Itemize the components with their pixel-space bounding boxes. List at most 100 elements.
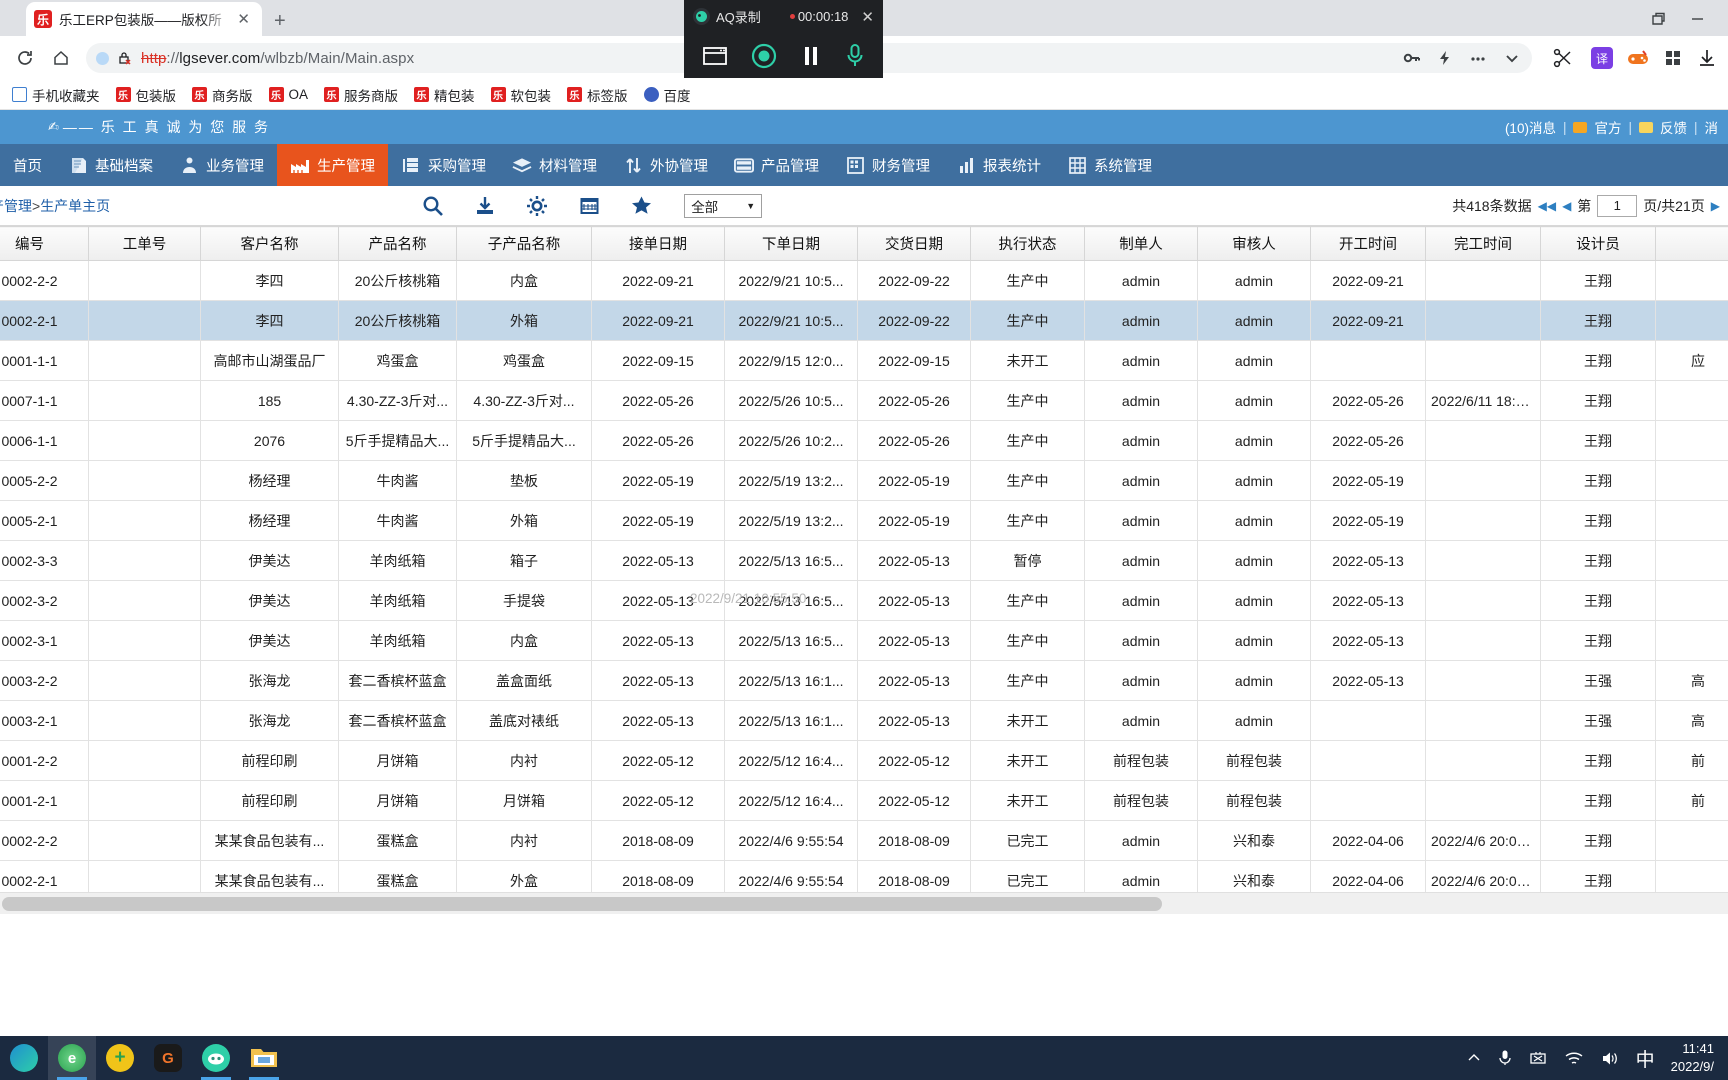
table-cell[interactable]: 张海龙 (200, 700, 339, 741)
table-cell[interactable]: 2022-05-26 (857, 380, 971, 421)
production-orders-grid[interactable]: 编号 工单号 客户名称 产品名称 子产品名称 接单日期 下单日期 交货日期 执行… (0, 226, 1728, 892)
record-icon[interactable] (751, 43, 777, 69)
table-cell[interactable]: 王翔 (1540, 260, 1656, 301)
table-cell[interactable]: 2022-09-22 (857, 260, 971, 301)
table-cell[interactable]: 内衬 (456, 740, 592, 781)
bookmark-item[interactable]: 乐 软包装 (490, 85, 551, 105)
close-icon[interactable]: ✕ (861, 8, 874, 26)
table-cell[interactable] (1425, 740, 1541, 781)
table-cell[interactable]: 蛋糕盒 (338, 860, 457, 892)
table-cell[interactable]: admin (1197, 620, 1311, 661)
table-cell[interactable]: admin (1084, 540, 1198, 581)
table-cell[interactable]: 2022-05-13 (1310, 620, 1426, 661)
feedback-link[interactable]: 反馈 (1660, 117, 1687, 137)
ellipsis-icon[interactable] (1468, 48, 1488, 68)
table-cell[interactable]: admin (1197, 260, 1311, 301)
table-cell[interactable] (88, 260, 201, 301)
table-cell[interactable] (88, 420, 201, 461)
table-cell[interactable]: 0002-3-1 (0, 620, 89, 661)
taskbar-app-g[interactable]: G (144, 1036, 192, 1080)
table-cell[interactable]: 未开工 (970, 340, 1085, 381)
table-cell[interactable]: 2022-05-12 (857, 780, 971, 821)
table-cell[interactable]: 2022/5/13 16:5... (724, 580, 858, 621)
table-cell[interactable]: 2022/5/19 13:2... (724, 500, 858, 541)
table-cell[interactable]: 0006-1-1 (0, 420, 89, 461)
gear-icon[interactable] (524, 193, 550, 219)
table-cell[interactable]: 王翔 (1540, 860, 1656, 892)
close-icon[interactable]: ✕ (233, 10, 254, 28)
bookmark-item[interactable]: 乐 标签版 (567, 85, 628, 105)
bookmark-item[interactable]: 乐 包装版 (115, 85, 176, 105)
table-cell[interactable]: 2022-04-06 (1310, 820, 1426, 861)
table-cell[interactable]: 王强 (1540, 700, 1656, 741)
table-row[interactable]: 0002-2-2 某某食品包装有... 蛋糕盒 内衬 2018-08-09 2022/4/… (0, 820, 1728, 861)
table-cell[interactable]: admin (1197, 660, 1311, 701)
screen-recorder-widget[interactable]: AQ录制 00:00:18 ✕ (684, 0, 883, 78)
table-cell[interactable]: 2022-05-19 (857, 460, 971, 501)
table-cell[interactable] (1310, 340, 1426, 381)
table-cell[interactable]: 月饼箱 (338, 740, 457, 781)
table-row[interactable]: 0006-1-1 2076 5斤手提精品大... 5斤手提精品大... 2022-05-… (0, 420, 1728, 461)
table-cell[interactable]: admin (1197, 580, 1311, 621)
table-cell[interactable]: 2022-05-19 (1310, 500, 1426, 541)
table-cell[interactable] (1655, 580, 1728, 621)
table-row[interactable]: 0002-2-1 某某食品包装有... 蛋糕盒 外盒 2018-08-09 2022/4/… (0, 860, 1728, 892)
table-cell[interactable]: 2022/4/6 20:07... (1425, 820, 1541, 861)
table-row[interactable]: 0002-3-2 伊美达 羊肉纸箱 手提袋 2022-05-13 2022/5/13 16… (0, 580, 1728, 621)
table-cell[interactable]: 盖底对裱纸 (456, 700, 592, 741)
prev-page-button[interactable]: ◀ (1562, 199, 1571, 213)
table-cell[interactable]: 0002-3-2 (0, 580, 89, 621)
table-cell[interactable]: 0003-2-2 (0, 660, 89, 701)
table-cell[interactable] (1655, 540, 1728, 581)
table-cell[interactable]: 2022/4/6 9:55:54 (724, 820, 858, 861)
table-cell[interactable]: admin (1197, 380, 1311, 421)
table-cell[interactable] (88, 580, 201, 621)
horizontal-scrollbar[interactable] (0, 892, 1728, 914)
table-cell[interactable] (1310, 740, 1426, 781)
col-header[interactable]: 工单号 (88, 226, 201, 261)
col-header[interactable]: 编号 (0, 226, 89, 261)
table-cell[interactable]: 0002-2-2 (0, 260, 89, 301)
table-cell[interactable]: 高 (1655, 700, 1728, 741)
col-header[interactable]: 审核人 (1197, 226, 1311, 261)
table-cell[interactable] (88, 660, 201, 701)
table-cell[interactable]: 已完工 (970, 820, 1085, 861)
table-cell[interactable]: 2022-05-13 (1310, 540, 1426, 581)
breadcrumb-parent[interactable]: 产管理 (0, 198, 32, 214)
taskbar-clock[interactable]: 11:41 2022/9/ (1671, 1040, 1718, 1075)
table-cell[interactable]: 王翔 (1540, 740, 1656, 781)
table-cell[interactable]: 未开工 (970, 740, 1085, 781)
table-cell[interactable]: 2022-05-13 (591, 620, 725, 661)
table-cell[interactable] (88, 860, 201, 892)
table-cell[interactable]: admin (1084, 620, 1198, 661)
table-cell[interactable] (88, 620, 201, 661)
table-cell[interactable]: 生产中 (970, 300, 1085, 341)
table-cell[interactable]: 高邮市山湖蛋品厂 (200, 340, 339, 381)
table-cell[interactable]: 0002-2-1 (0, 860, 89, 892)
table-cell[interactable]: 前程印刷 (200, 780, 339, 821)
nav-item-basic-archive[interactable]: 基础档案 (55, 144, 166, 186)
table-cell[interactable] (1655, 460, 1728, 501)
taskbar-app-file-explorer[interactable] (240, 1036, 288, 1080)
table-cell[interactable]: 0001-2-1 (0, 780, 89, 821)
table-cell[interactable] (1425, 700, 1541, 741)
table-cell[interactable]: 前程印刷 (200, 740, 339, 781)
table-cell[interactable]: 套二香槟杯蓝盒 (338, 700, 457, 741)
table-row[interactable]: 0002-3-1 伊美达 羊肉纸箱 内盒 2022-05-13 2022/5/13 16:… (0, 620, 1728, 661)
table-cell[interactable] (88, 740, 201, 781)
insecure-lock-icon[interactable] (117, 50, 133, 66)
table-cell[interactable]: admin (1197, 300, 1311, 341)
table-cell[interactable]: 未开工 (970, 700, 1085, 741)
table-cell[interactable] (1655, 380, 1728, 421)
table-cell[interactable] (1655, 260, 1728, 301)
table-cell[interactable]: 2018-08-09 (591, 860, 725, 892)
nav-item-system[interactable]: 系统管理 (1054, 144, 1165, 186)
scrollbar-thumb[interactable] (2, 897, 1162, 911)
table-row[interactable]: 0001-2-1 前程印刷 月饼箱 月饼箱 2022-05-12 2022/5/12 16… (0, 780, 1728, 821)
table-cell[interactable]: 前程包装 (1197, 740, 1311, 781)
table-row[interactable]: 0005-2-2 杨经理 牛肉酱 垫板 2022-05-19 2022/5/19 13:2… (0, 460, 1728, 501)
messages-link[interactable]: (10)消息 (1505, 117, 1556, 137)
table-cell[interactable]: admin (1084, 460, 1198, 501)
table-cell[interactable]: 2022/5/12 16:4... (724, 740, 858, 781)
col-header[interactable]: 制单人 (1084, 226, 1198, 261)
